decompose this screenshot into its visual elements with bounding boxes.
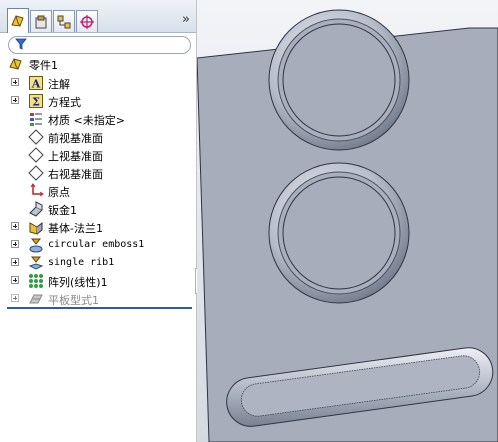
tree-item-equations[interactable]: Σ 方程式 [0, 92, 196, 110]
filter-icon [15, 38, 27, 50]
tree-item-base-flange[interactable]: 基体-法兰1 [0, 218, 196, 236]
tab-feature-manager[interactable] [7, 8, 29, 33]
tree-item-single-rib[interactable]: single rib1 [0, 254, 196, 272]
emboss-upper [268, 9, 410, 151]
tree-item-label: 注解 [48, 78, 70, 91]
expand-toggle[interactable] [11, 294, 19, 302]
feature-manager-panel: » 零件1 A 注解 Σ 方程式 材质 <未指定> 前视基准面 上视基准面 右视… [0, 0, 197, 442]
expand-toggle[interactable] [11, 240, 19, 248]
tree-root[interactable]: 零件1 [0, 55, 196, 73]
tree-item-origin[interactable]: 原点 [0, 182, 196, 200]
expand-toggle[interactable] [11, 258, 19, 266]
tree-item-top-plane[interactable]: 上视基准面 [0, 146, 196, 164]
tree-item-label: 前视基准面 [48, 132, 103, 145]
tree-item-linear-pattern[interactable]: 阵列(线性)1 [0, 272, 196, 290]
expand-toggle[interactable] [11, 222, 19, 230]
dimxpert-icon [80, 14, 94, 29]
linear-pattern-icon [29, 274, 43, 288]
tree-item-sheet-metal[interactable]: 钣金1 [0, 200, 196, 218]
graphics-viewport[interactable] [197, 0, 498, 442]
tree-item-label: 材质 <未指定> [48, 114, 125, 127]
part-model [197, 9, 498, 442]
plane-icon [28, 165, 44, 181]
svg-text:Σ: Σ [32, 96, 40, 109]
tree-item-front-plane[interactable]: 前视基准面 [0, 128, 196, 146]
tree-end-marker[interactable] [7, 307, 192, 309]
manager-tab-bar: » [0, 0, 196, 33]
expand-toggle[interactable] [11, 96, 19, 104]
tab-property-manager[interactable] [30, 10, 52, 32]
part-icon [9, 58, 22, 70]
plane-icon [28, 129, 44, 145]
emboss-icon [29, 238, 43, 253]
tree-item-label: 方程式 [48, 96, 81, 109]
tree-item-annotations[interactable]: A 注解 [0, 74, 196, 92]
emboss-lower [268, 162, 410, 304]
rib-icon [28, 256, 44, 270]
sheet-metal-icon [29, 201, 43, 217]
flat-pattern-icon [29, 294, 43, 304]
tree-item-circular-emboss[interactable]: circular emboss1 [0, 236, 196, 254]
property-manager-icon [35, 15, 47, 28]
tree-item-label: 上视基准面 [48, 150, 103, 163]
svg-text:A: A [31, 78, 41, 91]
tree-item-label: 原点 [48, 186, 70, 199]
base-flange-icon [29, 221, 43, 235]
configuration-manager-icon [57, 15, 71, 28]
tree-item-label: 右视基准面 [48, 168, 103, 181]
tree-item-label: single rib1 [48, 257, 115, 268]
plane-icon [28, 147, 44, 163]
tree-filter-field[interactable] [8, 36, 191, 54]
tree-item-label: 平板型式1 [48, 294, 99, 307]
tree-item-label: 基体-法兰1 [48, 222, 103, 235]
tree-item-flat-pattern[interactable]: 平板型式1 [0, 290, 196, 308]
expand-toggle[interactable] [11, 78, 19, 86]
feature-manager-icon [11, 15, 24, 27]
annotation-icon: A [29, 76, 43, 91]
tree-item-material[interactable]: 材质 <未指定> [0, 110, 196, 128]
material-icon [30, 113, 42, 126]
more-tabs-button[interactable]: » [182, 12, 190, 27]
tab-dimxpert-manager[interactable] [76, 10, 98, 32]
tab-configuration-manager[interactable] [53, 10, 75, 32]
origin-icon [30, 183, 44, 197]
equation-icon: Σ [29, 94, 43, 109]
tree-item-label: 阵列(线性)1 [48, 276, 108, 289]
tree-item-label: 钣金1 [48, 204, 77, 217]
expand-toggle[interactable] [11, 276, 19, 284]
tree-root-label: 零件1 [29, 59, 58, 72]
tree-item-right-plane[interactable]: 右视基准面 [0, 164, 196, 182]
tree-item-label: circular emboss1 [48, 239, 145, 250]
